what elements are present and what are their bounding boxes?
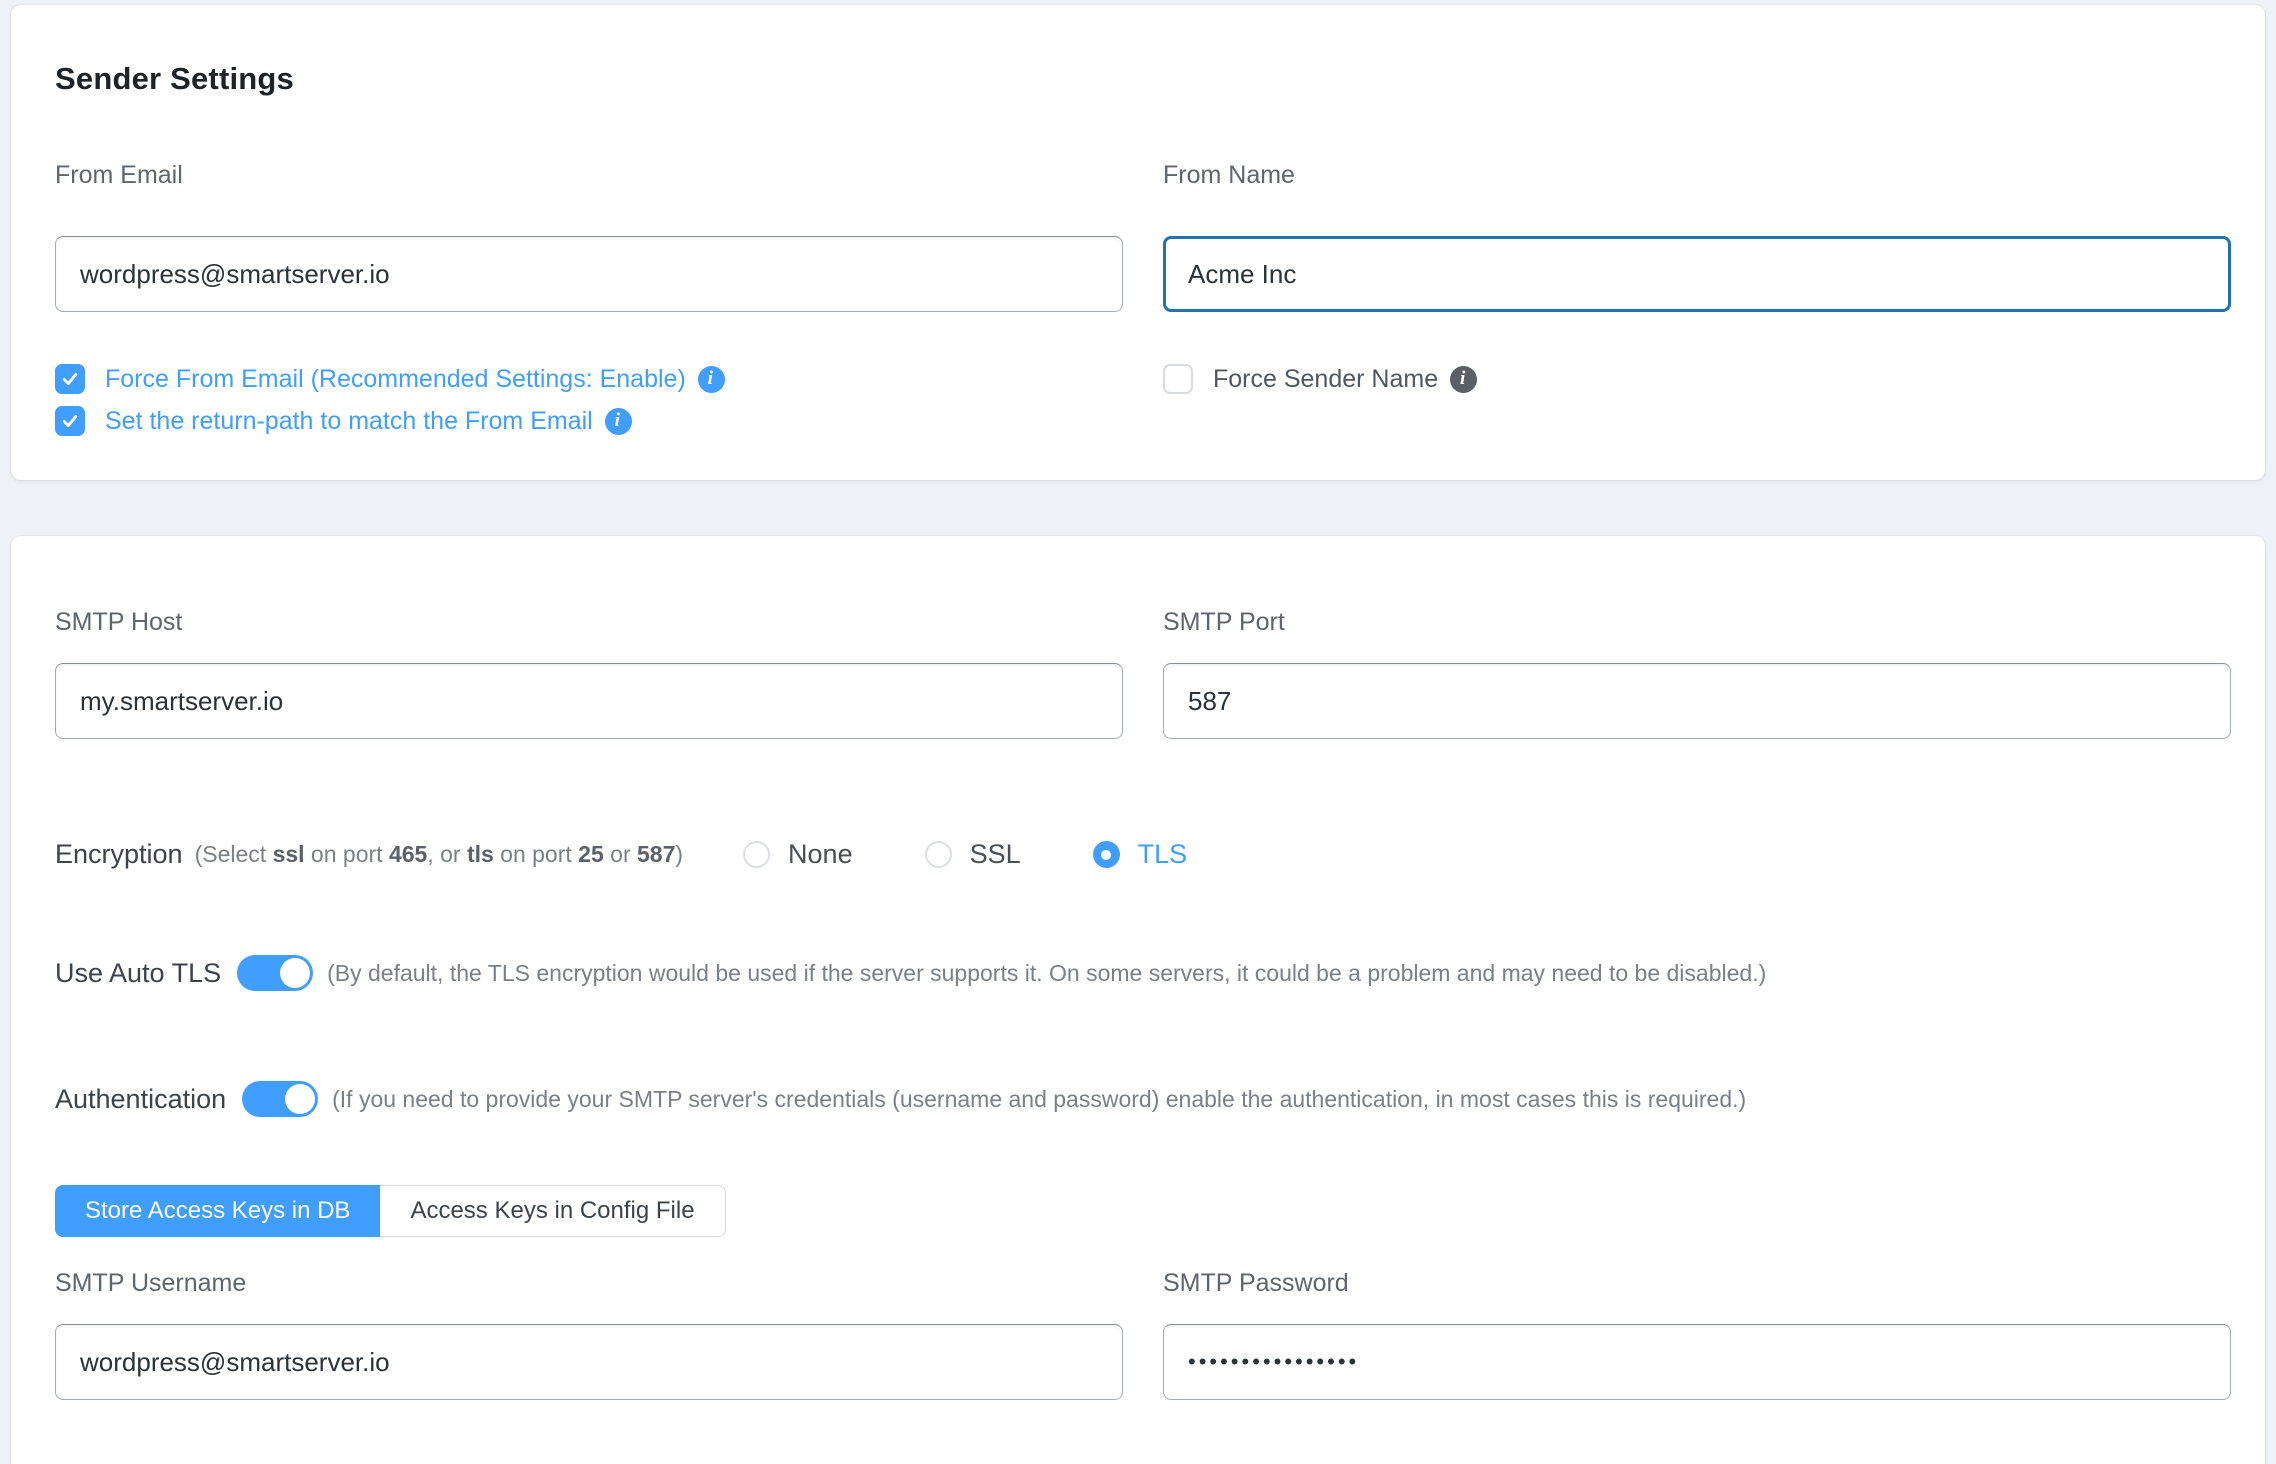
encryption-hint: (Select ssl on port 465, or tls on port … — [195, 841, 683, 868]
auto-tls-hint: (By default, the TLS encryption would be… — [327, 960, 1766, 987]
tab-keys-in-config-file[interactable]: Access Keys in Config File — [380, 1185, 725, 1237]
from-name-field-group: From Name — [1163, 161, 2231, 312]
encryption-option-ssl-label: SSL — [970, 839, 1021, 870]
encryption-label: Encryption — [55, 839, 183, 870]
auto-tls-label: Use Auto TLS — [55, 958, 221, 989]
from-name-label: From Name — [1163, 161, 2231, 190]
return-path-checkbox[interactable] — [55, 406, 85, 436]
force-sender-name-checkbox-row[interactable]: Force Sender Name i — [1163, 364, 2231, 394]
force-from-email-checkbox-row[interactable]: Force From Email (Recommended Settings: … — [55, 364, 1123, 394]
checkmark-icon — [60, 369, 80, 389]
smtp-password-input[interactable] — [1163, 1324, 2231, 1400]
from-email-label: From Email — [55, 161, 1123, 190]
smtp-password-label: SMTP Password — [1163, 1269, 2231, 1298]
return-path-label: Set the return-path to match the From Em… — [105, 407, 593, 436]
force-from-email-label: Force From Email (Recommended Settings: … — [105, 365, 686, 394]
return-path-checkbox-row[interactable]: Set the return-path to match the From Em… — [55, 406, 1123, 436]
encryption-option-tls-label: TLS — [1138, 839, 1188, 870]
force-sender-name-label: Force Sender Name — [1213, 365, 1438, 394]
authentication-row: Authentication (If you need to provide y… — [55, 1081, 2231, 1117]
encryption-radio-tls[interactable]: TLS — [1093, 839, 1188, 870]
info-icon[interactable]: i — [605, 408, 632, 435]
force-sender-name-checkbox[interactable] — [1163, 364, 1193, 394]
info-icon[interactable]: i — [1450, 366, 1477, 393]
toggle-knob — [285, 1084, 315, 1114]
smtp-username-input[interactable] — [55, 1324, 1123, 1400]
encryption-row: Encryption (Select ssl on port 465, or t… — [55, 839, 2231, 870]
from-email-field-group: From Email — [55, 161, 1123, 312]
smtp-username-field-group: SMTP Username — [55, 1269, 1123, 1400]
smtp-port-label: SMTP Port — [1163, 608, 2231, 637]
sender-settings-title: Sender Settings — [55, 61, 2231, 97]
smtp-host-input[interactable] — [55, 663, 1123, 739]
toggle-knob — [280, 958, 310, 988]
authentication-hint: (If you need to provide your SMTP server… — [332, 1086, 1746, 1113]
auto-tls-toggle[interactable] — [237, 955, 313, 991]
info-icon[interactable]: i — [698, 366, 725, 393]
smtp-port-input[interactable] — [1163, 663, 2231, 739]
smtp-host-field-group: SMTP Host — [55, 608, 1123, 739]
encryption-option-none-label: None — [788, 839, 853, 870]
sender-settings-card: Sender Settings From Email From Name For… — [11, 5, 2265, 480]
encryption-radio-ssl[interactable]: SSL — [925, 839, 1021, 870]
authentication-toggle[interactable] — [242, 1081, 318, 1117]
authentication-label: Authentication — [55, 1084, 226, 1115]
from-email-input[interactable] — [55, 236, 1123, 312]
smtp-host-label: SMTP Host — [55, 608, 1123, 637]
from-email-options: Force From Email (Recommended Settings: … — [55, 364, 1123, 436]
radio-icon[interactable] — [743, 841, 770, 868]
from-name-input[interactable] — [1163, 236, 2231, 312]
tab-store-keys-in-db[interactable]: Store Access Keys in DB — [55, 1185, 380, 1237]
key-storage-tabs: Store Access Keys in DB Access Keys in C… — [55, 1185, 726, 1237]
smtp-username-label: SMTP Username — [55, 1269, 1123, 1298]
encryption-radio-none[interactable]: None — [743, 839, 853, 870]
radio-icon[interactable] — [925, 841, 952, 868]
encryption-radio-group: None SSL TLS — [743, 839, 1187, 870]
radio-icon[interactable] — [1093, 841, 1120, 868]
auto-tls-row: Use Auto TLS (By default, the TLS encryp… — [55, 955, 2231, 991]
from-name-options: Force Sender Name i — [1163, 364, 2231, 436]
smtp-password-field-group: SMTP Password — [1163, 1269, 2231, 1400]
force-from-email-checkbox[interactable] — [55, 364, 85, 394]
checkmark-icon — [60, 411, 80, 431]
smtp-settings-card: SMTP Host SMTP Port Encryption (Select s… — [11, 536, 2265, 1464]
smtp-port-field-group: SMTP Port — [1163, 608, 2231, 739]
